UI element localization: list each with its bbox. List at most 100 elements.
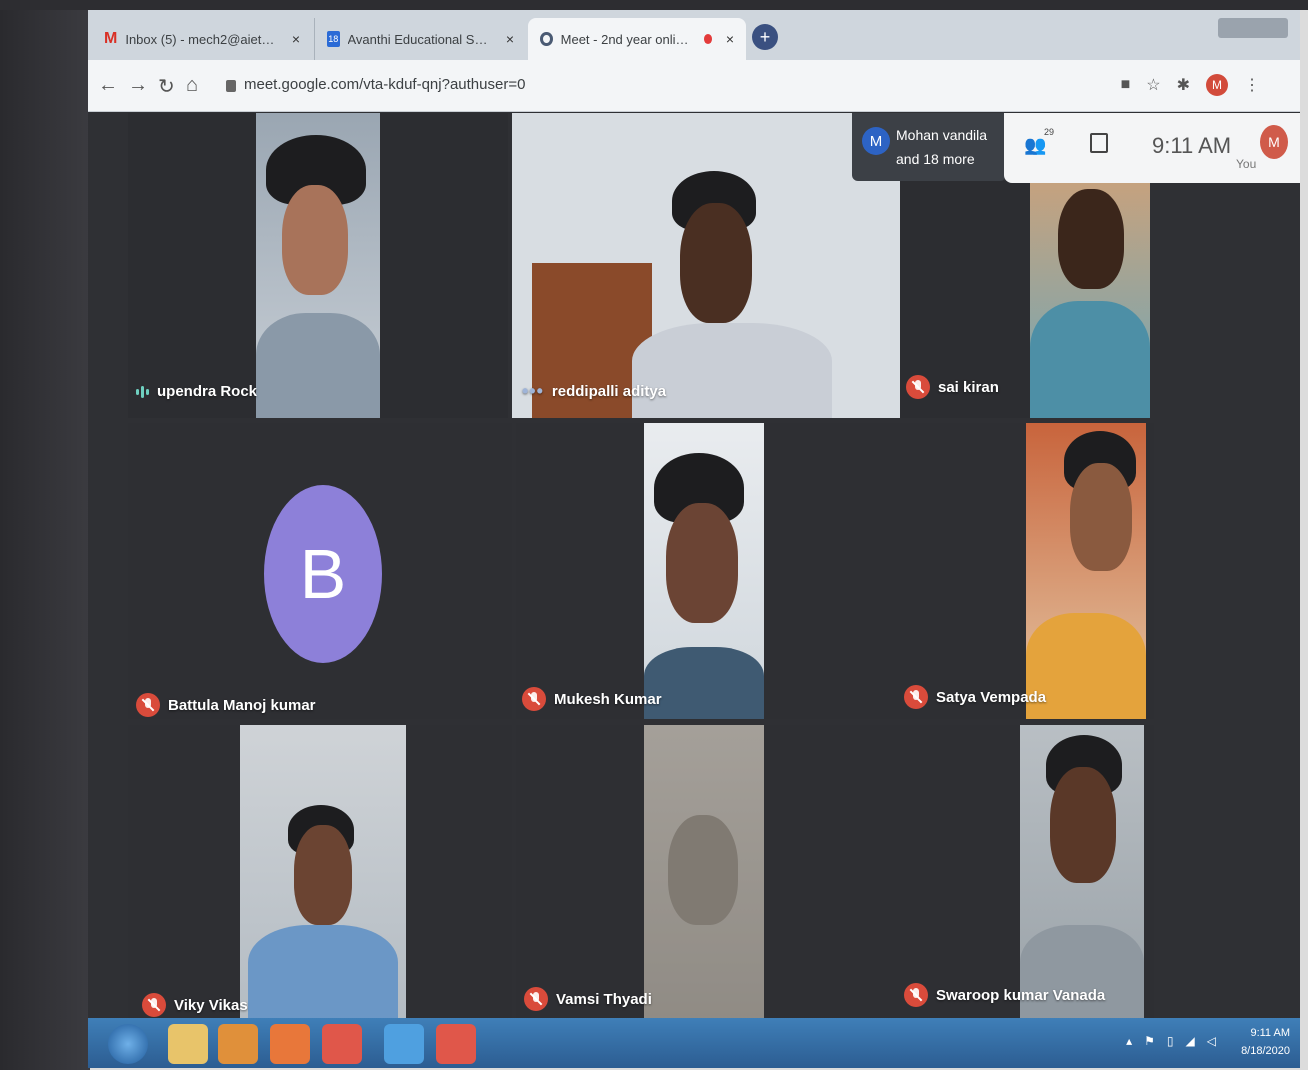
more-options-icon[interactable]: •••	[522, 381, 544, 402]
participant-name-tag: Battula Manoj kumar	[136, 693, 316, 717]
photo-frame: M Inbox (5) - mech2@aietta.ac.in - × 18 …	[0, 0, 1308, 1070]
speaking-indicator-icon	[136, 385, 149, 398]
avatar: B	[264, 485, 382, 663]
camera-indicator-icon[interactable]: ■	[1121, 76, 1131, 94]
meet-video-grid: upendra Rock ••• reddipalli aditya sai k…	[88, 113, 1300, 1018]
bookmark-star-icon[interactable]: ☆	[1146, 75, 1160, 95]
participant-video	[512, 113, 900, 418]
participant-name: reddipalli aditya	[551, 383, 667, 400]
chrome-icon[interactable]	[436, 1024, 476, 1064]
recording-indicator-icon	[703, 34, 712, 44]
participant-name: Mukesh Kumar	[554, 690, 662, 708]
forward-icon[interactable]: →	[128, 74, 148, 97]
participant-tile[interactable]: upendra Rock	[128, 113, 508, 418]
tab-inbox[interactable]: M Inbox (5) - mech2@aietta.ac.in - ×	[92, 18, 312, 60]
window-controls[interactable]	[1218, 18, 1288, 38]
browser-toolbar: ← → ↻ ⌂ meet.google.com/vta-kduf-qnj?aut…	[88, 60, 1300, 112]
monitor-bezel	[0, 0, 90, 1070]
tab-label: Avanthi Educational Society - Cl	[347, 31, 492, 47]
start-button[interactable]	[108, 1024, 148, 1064]
mic-off-icon	[524, 987, 548, 1011]
you-label: You	[1236, 157, 1257, 171]
tab-close-icon[interactable]: ×	[506, 31, 514, 47]
monitor-screen: M Inbox (5) - mech2@aietta.ac.in - × 18 …	[88, 10, 1300, 1068]
participant-video	[240, 725, 406, 1018]
mic-off-icon	[904, 983, 928, 1007]
browser-tab-strip: M Inbox (5) - mech2@aietta.ac.in - × 18 …	[88, 10, 1300, 60]
participant-name: sai kiran	[938, 378, 999, 396]
tab-close-icon[interactable]: ×	[726, 31, 734, 47]
lock-icon[interactable]	[226, 80, 236, 92]
tab-meet[interactable]: Meet - 2nd year online class ×	[528, 18, 746, 60]
flag-icon[interactable]: ⚑	[1144, 1034, 1155, 1048]
participant-name: Swaroop kumar Vanada	[936, 986, 1106, 1004]
volume-icon[interactable]: ◁	[1207, 1034, 1216, 1048]
participant-tile[interactable]: Mukesh Kumar	[516, 423, 900, 719]
meet-top-bar: 👥 29 9:11 AM You M	[1004, 113, 1300, 183]
network-icon[interactable]: ◢	[1186, 1034, 1195, 1048]
join-notification[interactable]: M Mohan vandila and 18 more	[852, 113, 1006, 181]
firefox-icon[interactable]	[270, 1024, 310, 1064]
participant-tile[interactable]: ••• reddipalli aditya	[512, 113, 900, 418]
mic-off-icon	[904, 685, 928, 709]
tray-arrow-icon[interactable]: ▴	[1126, 1034, 1132, 1048]
tab-label: Meet - 2nd year online class	[560, 31, 696, 47]
system-tray: ▴ ⚑ ▯ ◢ ◁	[1126, 1034, 1216, 1048]
taskbar-date: 8/18/2020	[1241, 1045, 1290, 1057]
profile-avatar[interactable]: M	[1206, 74, 1228, 96]
participant-name-tag: Mukesh Kumar	[522, 687, 662, 711]
mic-off-icon	[142, 993, 166, 1017]
meeting-clock: 9:11 AM	[1152, 133, 1232, 158]
self-avatar[interactable]: M	[1260, 125, 1288, 159]
join-notification-line: Mohan vandila	[896, 127, 988, 143]
reload-icon[interactable]: ↻	[158, 74, 175, 99]
participant-video	[644, 725, 764, 1018]
avatar: M	[862, 127, 890, 155]
participant-name-tag: Swaroop kumar Vanada	[904, 983, 1105, 1007]
chat-icon[interactable]	[1090, 133, 1108, 153]
internet-explorer-icon[interactable]	[384, 1024, 424, 1064]
home-icon[interactable]: ⌂	[186, 74, 198, 97]
participant-tile[interactable]: B Battula Manoj kumar	[128, 423, 512, 719]
participant-video	[1030, 181, 1150, 418]
explorer-icon[interactable]	[168, 1024, 208, 1064]
participant-tile[interactable]: sai kiran	[900, 181, 1150, 418]
mic-off-icon	[522, 687, 546, 711]
taskbar-clock[interactable]: 9:11 AM 8/18/2020	[1241, 1024, 1290, 1060]
battery-icon[interactable]: ▯	[1167, 1034, 1174, 1048]
taskbar-time: 9:11 AM	[1250, 1027, 1290, 1039]
meet-icon	[540, 32, 553, 46]
participant-tile[interactable]: Viky Vikas	[128, 725, 512, 1018]
people-icon[interactable]: 👥	[1024, 135, 1046, 156]
participant-video	[256, 113, 380, 418]
extensions-icon[interactable]: ✱	[1177, 75, 1190, 95]
address-bar[interactable]: meet.google.com/vta-kduf-qnj?authuser=0	[244, 76, 525, 93]
participant-name-tag: upendra Rock	[136, 383, 257, 400]
participant-tile[interactable]: Satya Vempada	[900, 423, 1154, 719]
participant-name-tag: Viky Vikas	[142, 993, 248, 1017]
participant-name-tag: sai kiran	[906, 375, 999, 399]
participant-name: upendra Rock	[157, 383, 258, 400]
participant-name: Satya Vempada	[936, 688, 1047, 706]
participant-name: Viky Vikas	[174, 996, 248, 1014]
participant-name-tag: Satya Vempada	[904, 685, 1046, 709]
tab-label: Inbox (5) - mech2@aietta.ac.in -	[125, 31, 277, 47]
participant-video	[1026, 423, 1146, 719]
gmail-icon: M	[104, 30, 118, 47]
menu-icon[interactable]: ⋮	[1244, 75, 1260, 95]
calendar-icon: 18	[327, 31, 340, 47]
participant-tile[interactable]: Swaroop kumar Vanada	[900, 725, 1154, 1018]
participant-name: Battula Manoj kumar	[168, 696, 316, 714]
participant-video	[1020, 725, 1144, 1018]
new-tab-button[interactable]: +	[752, 24, 778, 50]
back-icon[interactable]: ←	[98, 74, 118, 97]
tab-calendar[interactable]: 18 Avanthi Educational Society - Cl ×	[314, 18, 526, 60]
toolbar-icons: ■ ☆ ✱ M ⋮	[1121, 74, 1260, 96]
tab-close-icon[interactable]: ×	[292, 31, 300, 47]
participant-name-tag: Vamsi Thyadi	[524, 987, 652, 1011]
media-player-icon[interactable]	[218, 1024, 258, 1064]
join-notification-line: and 18 more	[896, 151, 975, 167]
participant-tile[interactable]: Vamsi Thyadi	[516, 725, 900, 1018]
chrome-icon[interactable]	[322, 1024, 362, 1064]
join-notification-text: Mohan vandila and 18 more	[896, 123, 987, 171]
